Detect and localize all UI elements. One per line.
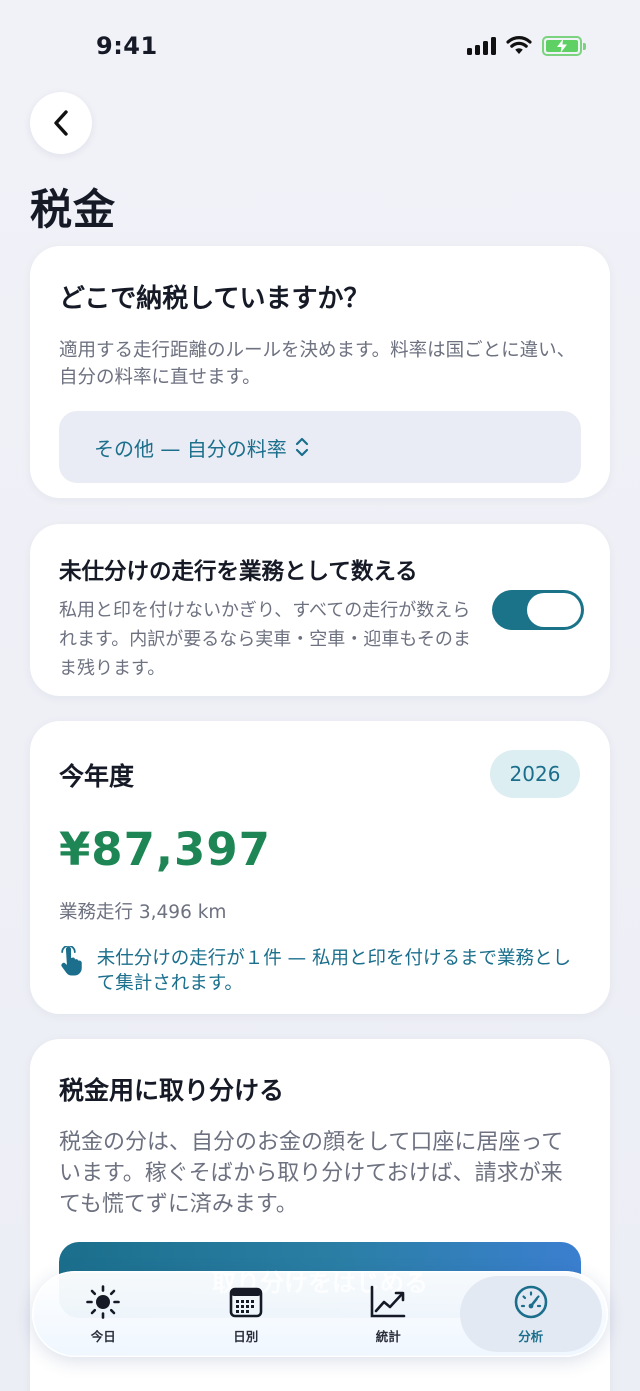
tab-label: 統計	[375, 1328, 401, 1344]
tab-bar: 今日 日別 統計 分析	[32, 1271, 608, 1357]
calendar-icon	[229, 1287, 263, 1317]
count-unsorted-description: 私用と印を付けないかぎり、すべての走行が数えられます。内訳が要るなら実車・空車・…	[59, 600, 471, 679]
this-year-card: 今年度 2026 ¥87,397 業務走行 3,496 km 未仕分けの走行が１…	[30, 721, 610, 1014]
count-unsorted-title: 未仕分けの走行を業務として数える	[59, 559, 418, 585]
rate-select-value: その他 — 自分の料率	[94, 436, 287, 461]
gauge-icon	[514, 1285, 548, 1318]
tab-today[interactable]: 今日	[32, 1276, 175, 1352]
status-bar: 9:41	[0, 0, 640, 90]
tab-label: 日別	[233, 1328, 259, 1344]
screen: 9:41 税金 どこで納税していますか？ 適用する走行距離のルールを決めます。料…	[0, 0, 640, 1391]
unsorted-trips-note[interactable]: 未仕分けの走行が１件 — 私用と印を付けるまで業務として集計されます。	[59, 946, 581, 996]
toggle-knob	[527, 593, 581, 627]
count-unsorted-toggle[interactable]	[492, 590, 584, 630]
tax-location-description: 適用する走行距離のルールを決めます。料率は国ごとに違い、自分の料率に直せます。	[59, 340, 576, 388]
rate-select[interactable]: その他 — 自分の料率	[59, 411, 581, 483]
tax-location-title: どこで納税していますか？	[59, 284, 370, 314]
count-unsorted-card: 未仕分けの走行を業務として数える 私用と印を付けないかぎり、すべての走行が数えら…	[30, 524, 610, 696]
tax-location-card: どこで納税していますか？ 適用する走行距離のルールを決めます。料率は国ごとに違い…	[30, 246, 610, 498]
unsorted-trips-note-text: 未仕分けの走行が１件 — 私用と印を付けるまで業務として集計されます。	[96, 948, 571, 994]
deduction-amount: ¥87,397	[59, 823, 271, 876]
chart-icon	[370, 1285, 406, 1317]
set-aside-description: 税金の分は、自分のお金の顔をして口座に居座っています。稼ぐそばから取り分けておけ…	[59, 1130, 564, 1217]
year-badge: 2026	[490, 750, 580, 798]
tab-label: 今日	[90, 1328, 116, 1344]
tap-hand-icon	[61, 946, 82, 976]
back-button[interactable]	[30, 92, 92, 154]
tab-daily[interactable]: 日別	[175, 1276, 318, 1352]
set-aside-title: 税金用に取り分ける	[59, 1076, 285, 1105]
status-time: 9:41	[96, 32, 158, 60]
wifi-icon	[506, 36, 532, 54]
tab-analysis[interactable]: 分析	[459, 1276, 602, 1352]
battery-charging-icon	[542, 36, 586, 56]
business-distance: 業務走行 3,496 km	[59, 902, 227, 923]
chevron-up-down-icon	[295, 437, 308, 457]
tab-stats[interactable]: 統計	[317, 1276, 460, 1352]
sun-icon	[86, 1284, 121, 1319]
status-icons	[467, 36, 586, 56]
tab-label: 分析	[518, 1328, 544, 1344]
cellular-signal-icon	[467, 37, 496, 55]
page-title: 税金	[30, 185, 117, 234]
chevron-left-icon	[54, 110, 68, 136]
